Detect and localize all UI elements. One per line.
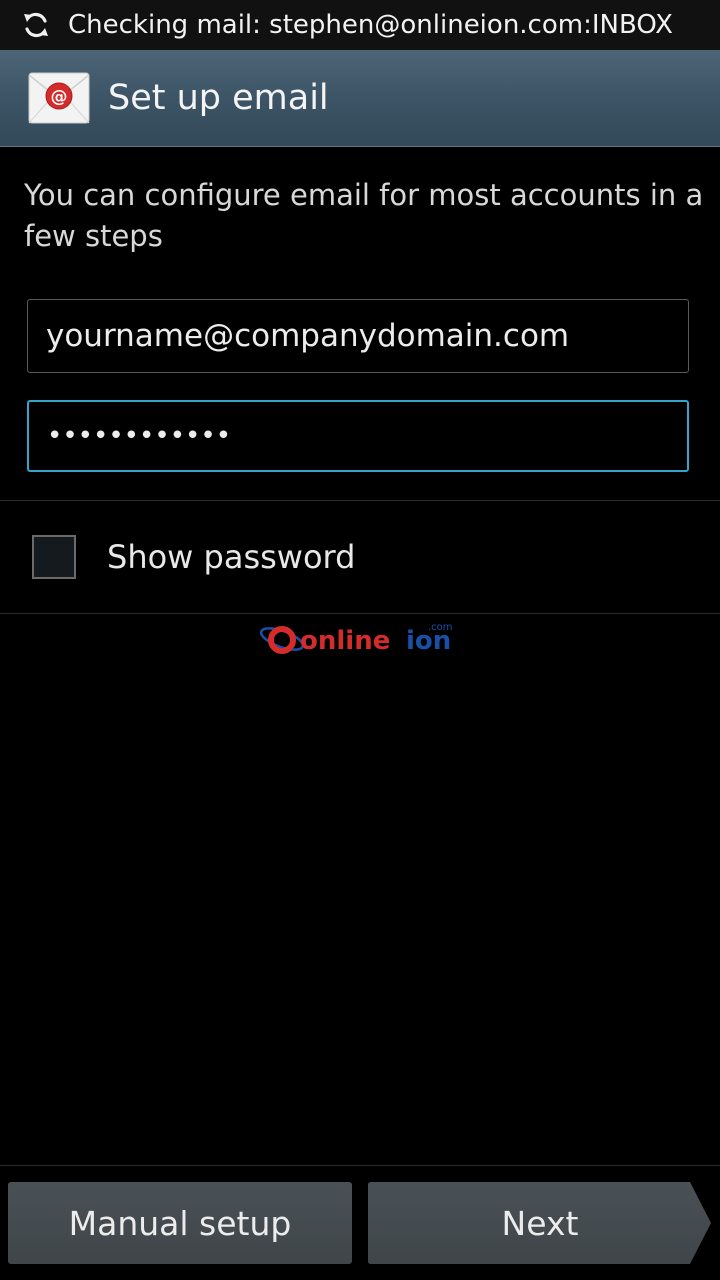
intro-text: You can configure email for most account… <box>24 178 704 253</box>
show-password-row[interactable]: Show password <box>0 501 720 613</box>
next-label: Next <box>501 1203 579 1243</box>
sync-icon <box>19 8 53 42</box>
button-bar: Manual setup Next <box>0 1165 720 1280</box>
show-password-label: Show password <box>107 538 356 576</box>
svg-text:online: online <box>300 626 390 656</box>
manual-setup-button[interactable]: Manual setup <box>8 1182 352 1264</box>
svg-text:.com: .com <box>428 622 453 633</box>
show-password-checkbox[interactable] <box>32 535 76 579</box>
action-bar: @ Set up email <box>0 50 720 147</box>
manual-setup-label: Manual setup <box>68 1203 292 1243</box>
watermark-logo: online ion .com <box>258 618 460 662</box>
email-app-icon: @ <box>28 71 90 125</box>
status-bar: Checking mail: stephen@onlineion.com:INB… <box>0 0 720 50</box>
email-field[interactable]: yourname@companydomain.com <box>27 299 689 373</box>
password-field[interactable]: •••••••••••• <box>27 400 689 472</box>
svg-text:@: @ <box>51 87 68 107</box>
screen: Checking mail: stephen@onlineion.com:INB… <box>0 0 720 1280</box>
status-text: Checking mail: stephen@onlineion.com:INB… <box>68 10 673 40</box>
next-button[interactable]: Next <box>368 1182 712 1264</box>
divider <box>0 613 720 614</box>
page-title: Set up email <box>108 78 329 118</box>
